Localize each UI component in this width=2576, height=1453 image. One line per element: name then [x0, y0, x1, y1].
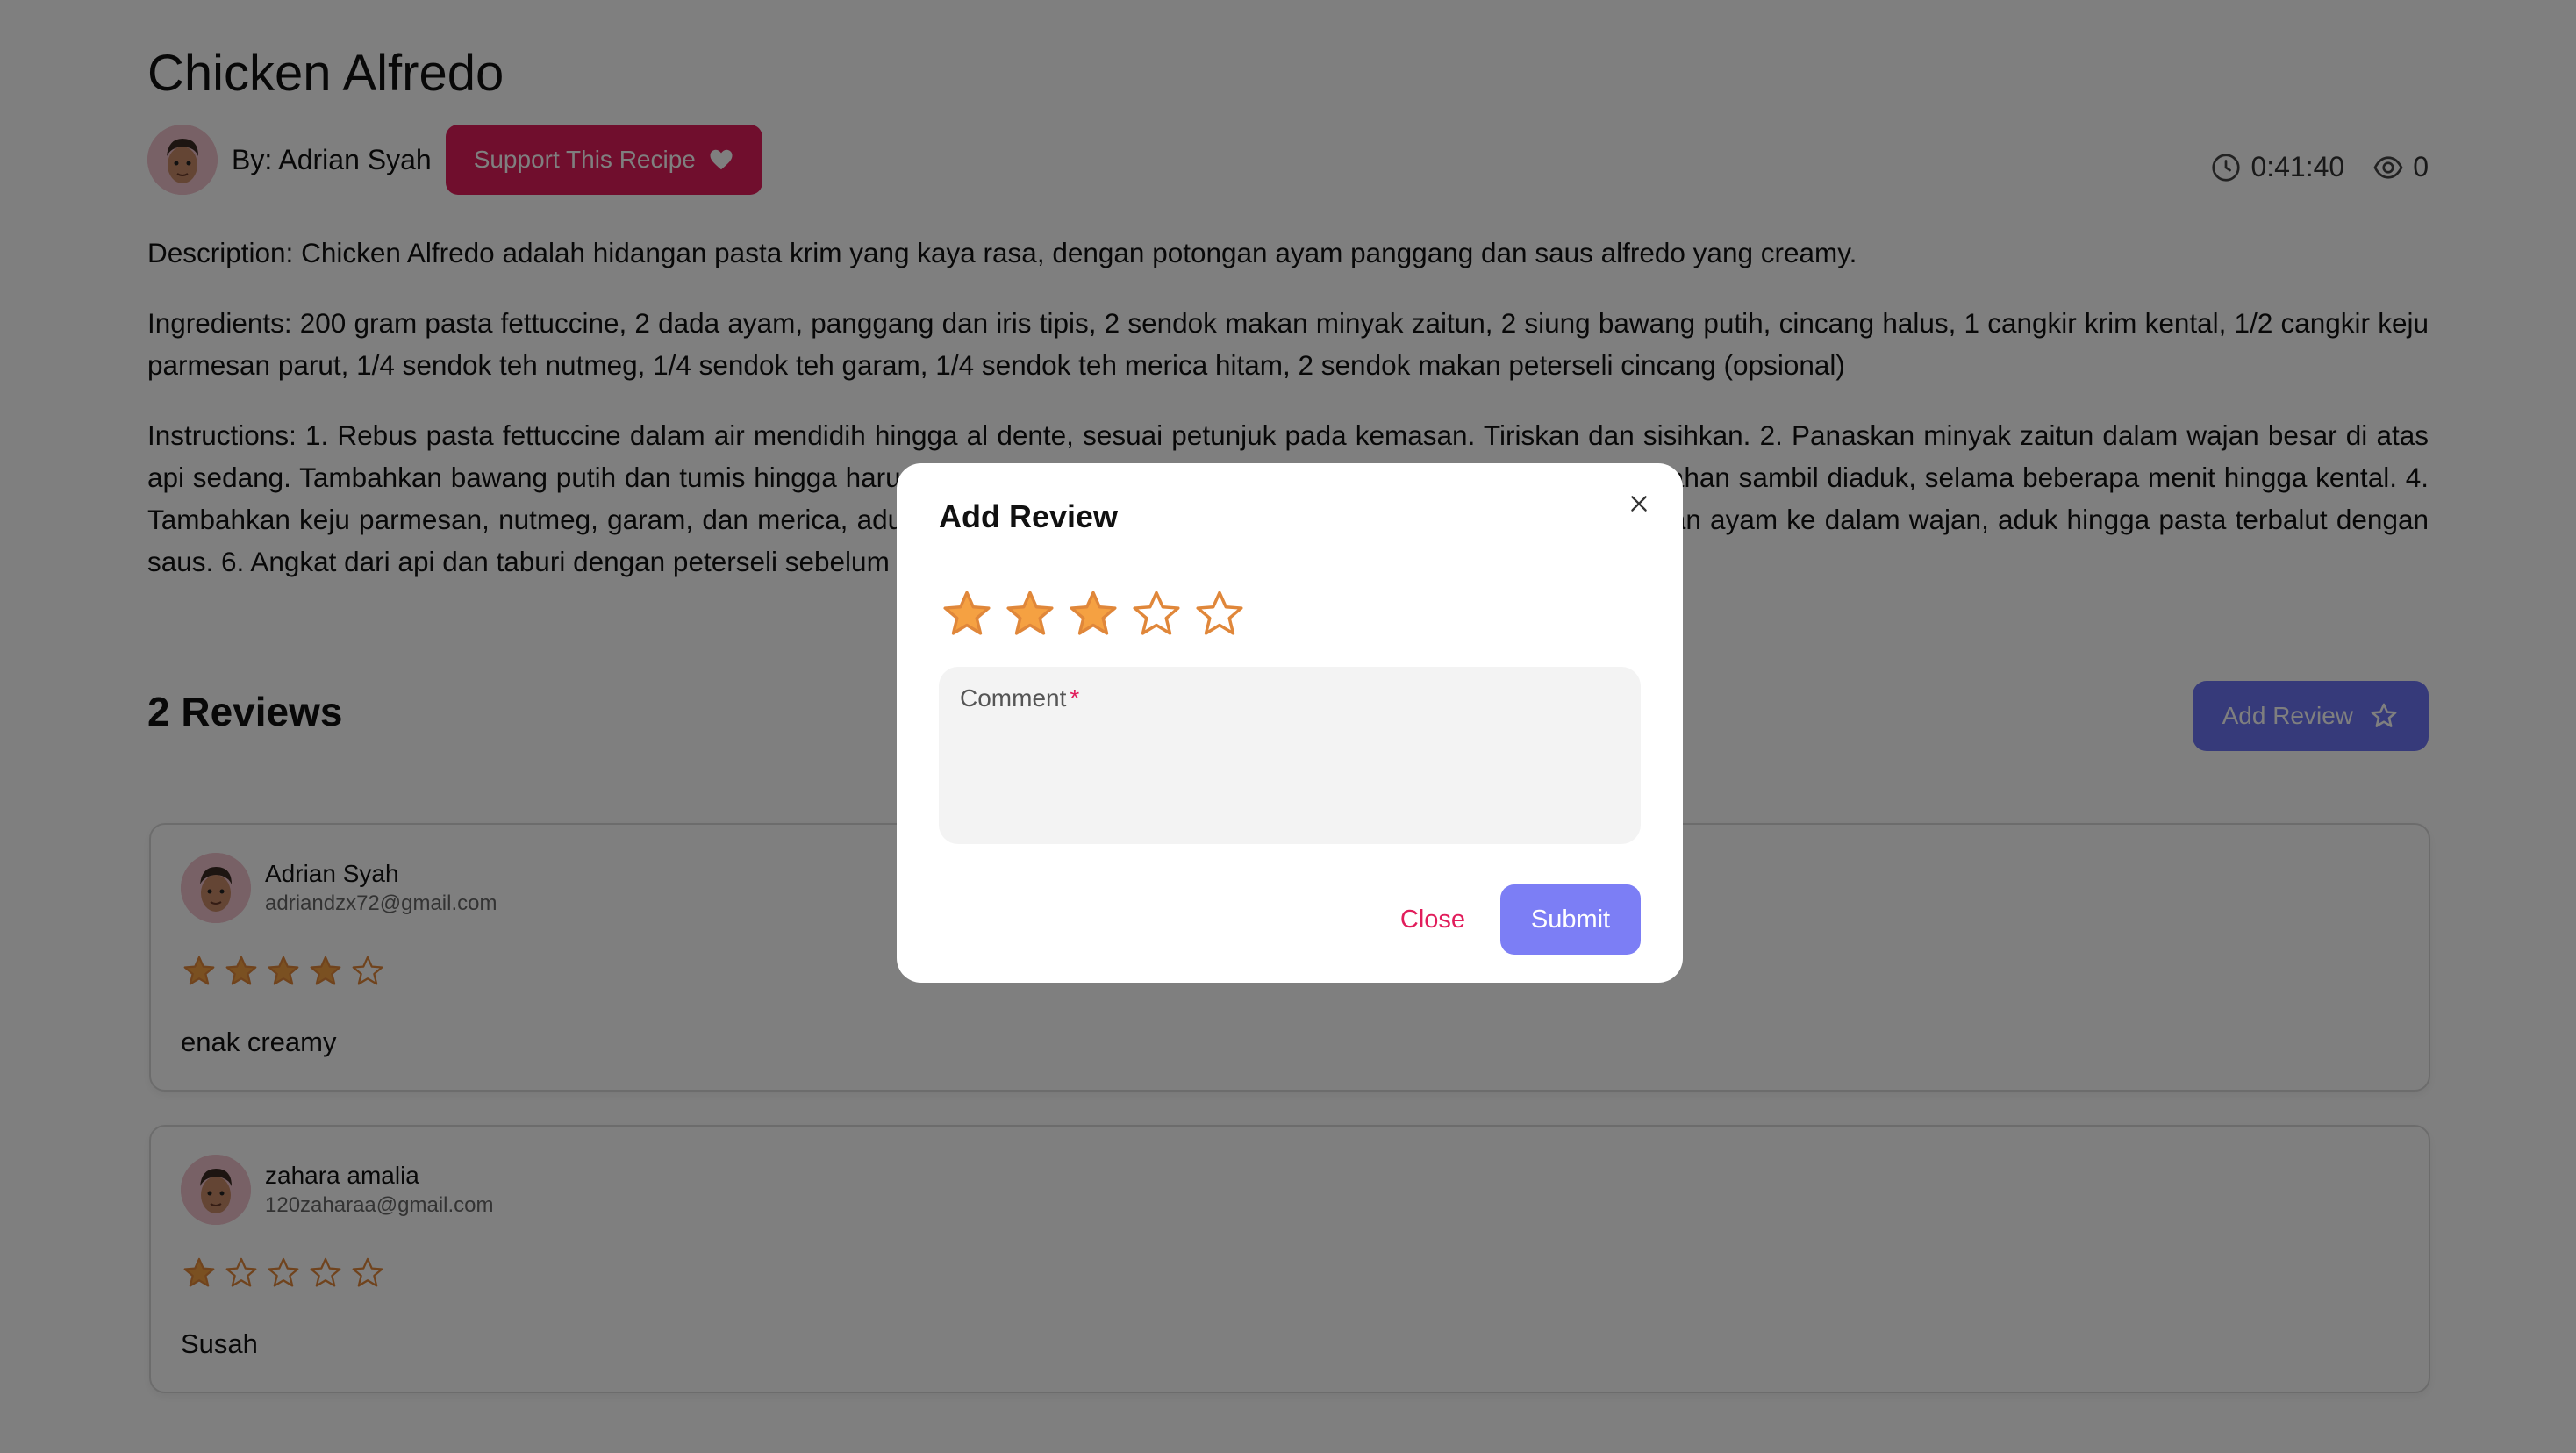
modal-close-icon[interactable] — [1621, 486, 1657, 521]
rating-input — [939, 586, 1248, 642]
star-filled-icon[interactable] — [939, 586, 995, 642]
add-review-modal: Add Review Comment * Close Submit — [897, 463, 1683, 983]
close-button[interactable]: Close — [1349, 884, 1516, 955]
comment-label: Comment * — [960, 684, 1080, 712]
star-filled-icon[interactable] — [1065, 586, 1121, 642]
star-empty-icon[interactable] — [1128, 586, 1184, 642]
modal-title: Add Review — [939, 498, 1119, 534]
star-filled-icon[interactable] — [1002, 586, 1058, 642]
submit-button[interactable]: Submit — [1500, 884, 1641, 955]
star-empty-icon[interactable] — [1191, 586, 1248, 642]
comment-textarea[interactable]: Comment * — [939, 667, 1641, 844]
required-marker: * — [1070, 684, 1080, 712]
